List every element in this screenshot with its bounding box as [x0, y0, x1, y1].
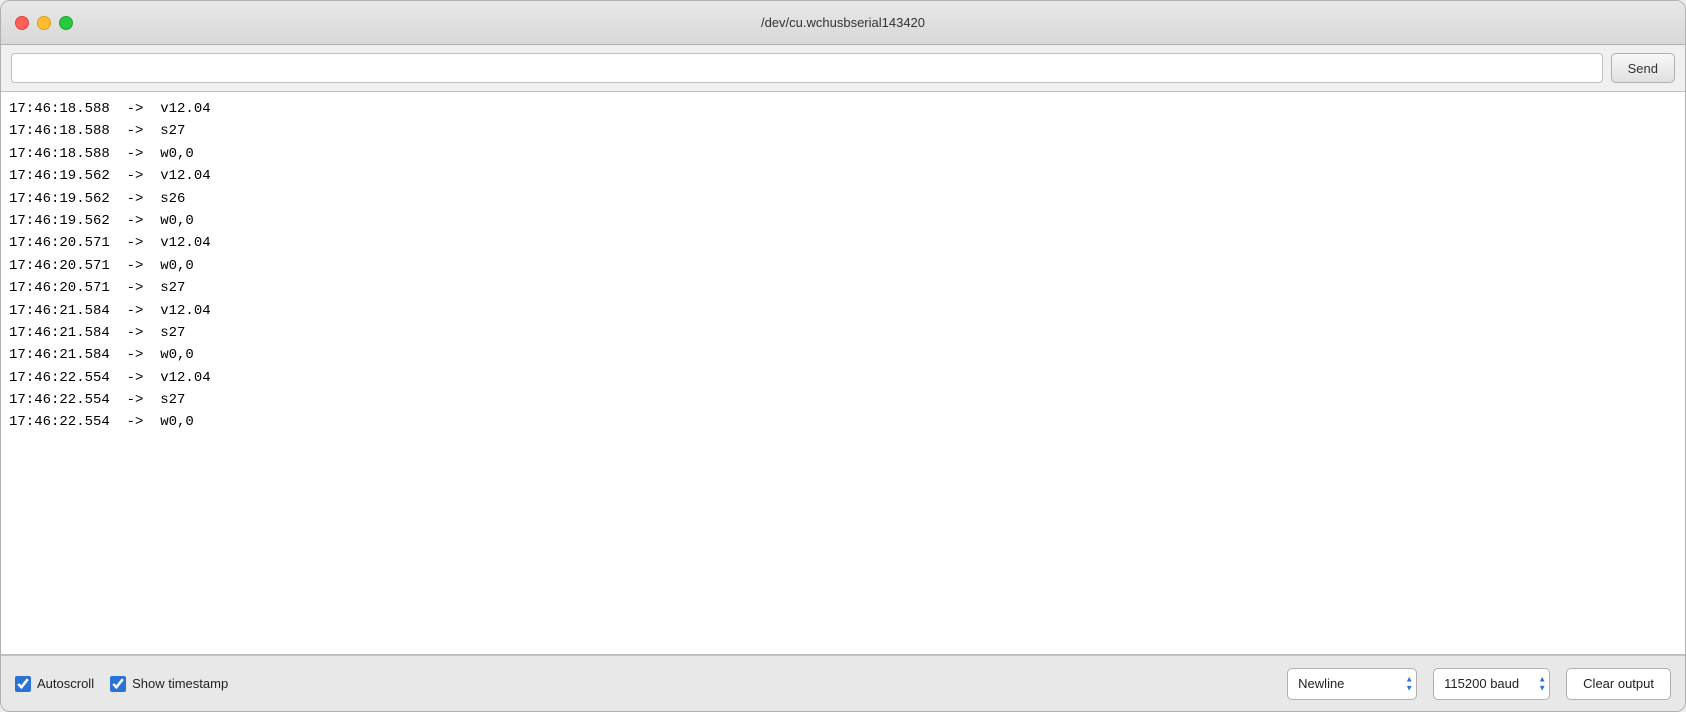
- close-button[interactable]: [15, 16, 29, 30]
- output-line: 17:46:22.554 -> s27: [9, 389, 1677, 411]
- output-line: 17:46:21.584 -> s27: [9, 322, 1677, 344]
- send-button[interactable]: Send: [1611, 53, 1675, 83]
- title-bar: /dev/cu.wchusbserial143420: [1, 1, 1685, 45]
- output-area[interactable]: 17:46:18.588 -> v12.0417:46:18.588 -> s2…: [1, 92, 1685, 655]
- maximize-button[interactable]: [59, 16, 73, 30]
- output-line: 17:46:18.588 -> v12.04: [9, 98, 1677, 120]
- output-line: 17:46:21.584 -> w0,0: [9, 344, 1677, 366]
- show-timestamp-label[interactable]: Show timestamp: [132, 676, 228, 691]
- show-timestamp-group: Show timestamp: [110, 676, 228, 692]
- newline-select[interactable]: NewlineNo line endingCarriage returnBoth…: [1287, 668, 1417, 700]
- traffic-lights: [15, 16, 73, 30]
- output-line: 17:46:18.588 -> s27: [9, 120, 1677, 142]
- autoscroll-group: Autoscroll: [15, 676, 94, 692]
- clear-output-button[interactable]: Clear output: [1566, 668, 1671, 700]
- baud-select[interactable]: 300 baud1200 baud2400 baud4800 baud9600 …: [1433, 668, 1550, 700]
- output-line: 17:46:20.571 -> v12.04: [9, 232, 1677, 254]
- baud-select-wrapper: 300 baud1200 baud2400 baud4800 baud9600 …: [1433, 668, 1550, 700]
- window: /dev/cu.wchusbserial143420 Send 17:46:18…: [0, 0, 1686, 712]
- output-line: 17:46:20.571 -> s27: [9, 277, 1677, 299]
- output-line: 17:46:19.562 -> s26: [9, 188, 1677, 210]
- output-line: 17:46:19.562 -> v12.04: [9, 165, 1677, 187]
- output-line: 17:46:22.554 -> w0,0: [9, 411, 1677, 433]
- minimize-button[interactable]: [37, 16, 51, 30]
- autoscroll-label[interactable]: Autoscroll: [37, 676, 94, 691]
- show-timestamp-checkbox[interactable]: [110, 676, 126, 692]
- output-line: 17:46:21.584 -> v12.04: [9, 300, 1677, 322]
- status-bar: Autoscroll Show timestamp NewlineNo line…: [1, 655, 1685, 711]
- send-input[interactable]: [11, 53, 1603, 83]
- newline-select-wrapper: NewlineNo line endingCarriage returnBoth…: [1287, 668, 1417, 700]
- output-line: 17:46:20.571 -> w0,0: [9, 255, 1677, 277]
- autoscroll-checkbox[interactable]: [15, 676, 31, 692]
- output-line: 17:46:18.588 -> w0,0: [9, 143, 1677, 165]
- output-line: 17:46:22.554 -> v12.04: [9, 367, 1677, 389]
- output-line: 17:46:19.562 -> w0,0: [9, 210, 1677, 232]
- toolbar: Send: [1, 45, 1685, 92]
- window-title: /dev/cu.wchusbserial143420: [761, 15, 925, 30]
